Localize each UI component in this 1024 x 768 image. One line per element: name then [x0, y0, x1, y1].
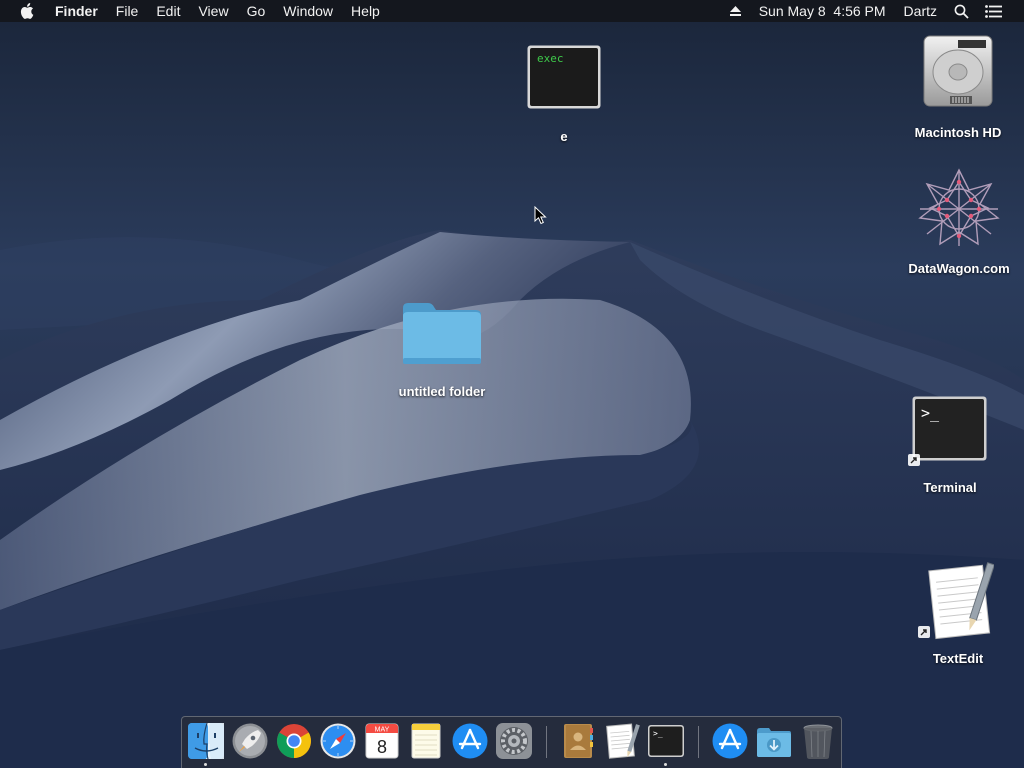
hard-drive-icon	[923, 35, 993, 107]
menu-help[interactable]: Help	[342, 0, 389, 22]
dock-terminal-prompt-text: >_	[653, 729, 663, 738]
folder-icon	[403, 303, 481, 364]
dock-app-store-downloads[interactable]	[711, 722, 749, 760]
dock-separator	[546, 726, 547, 758]
dock-separator	[698, 726, 699, 758]
dock-terminal[interactable]: >_	[647, 722, 685, 760]
downloads-folder-icon	[757, 728, 791, 757]
desktop-icon-datawagon[interactable]: DataWagon.com	[908, 166, 1010, 278]
dock-launchpad[interactable]	[231, 722, 269, 760]
calendar-day-text: 8	[377, 737, 387, 757]
chrome-icon	[277, 724, 311, 758]
menu-app-finder[interactable]: Finder	[46, 0, 107, 22]
desktop-icon-textedit-alias[interactable]: TextEdit	[918, 560, 995, 668]
apple-menu-icon[interactable]	[0, 0, 46, 22]
desktop-icon-macintosh-hd[interactable]: Macintosh HD	[915, 32, 1001, 140]
finder-icon	[188, 722, 224, 760]
desktop-icon-exec-file[interactable]: exec e	[527, 45, 601, 145]
dock-finder[interactable]	[187, 722, 225, 760]
textedit-app-icon	[928, 562, 995, 640]
dock-trash[interactable]	[799, 722, 837, 760]
dock-safari[interactable]	[319, 722, 357, 760]
desktop-wallpaper	[0, 0, 1024, 768]
menu-clock[interactable]: Sun May 8 4:56 PM	[750, 0, 895, 22]
desktop-icon-label: e	[560, 129, 568, 144]
menu-edit[interactable]: Edit	[147, 0, 189, 22]
menu-bar: Finder File Edit View Go Window Help Sun…	[0, 0, 1024, 22]
apple-logo-icon	[20, 3, 34, 19]
safari-icon	[320, 723, 356, 759]
menu-window[interactable]: Window	[274, 0, 342, 22]
dock: MAY 8 >_	[181, 716, 842, 768]
app-store-icon	[452, 723, 488, 759]
dock-textedit[interactable]	[603, 722, 641, 760]
menu-go[interactable]: Go	[238, 0, 275, 22]
calendar-month-text: MAY	[375, 727, 390, 734]
calendar-icon: MAY 8	[365, 723, 399, 759]
menu-view[interactable]: View	[189, 0, 237, 22]
desktop-icon-untitled-folder[interactable]: untitled folder	[398, 300, 486, 400]
unix-executable-icon: exec	[527, 45, 601, 109]
menu-file[interactable]: File	[107, 0, 148, 22]
spotlight-search-icon[interactable]	[946, 0, 977, 22]
textedit-icon	[606, 723, 640, 759]
dock-system-preferences[interactable]	[495, 722, 533, 760]
dock-running-indicator	[204, 763, 207, 766]
alias-arrow-icon	[918, 626, 930, 638]
notes-icon	[411, 723, 441, 759]
dock-calendar[interactable]: MAY 8	[363, 722, 401, 760]
dock-contacts[interactable]	[559, 722, 597, 760]
terminal-app-icon: >_	[912, 396, 987, 461]
exec-thumbnail-text: exec	[537, 52, 564, 65]
mouse-pointer-icon	[534, 206, 547, 225]
desktop-icon-label: TextEdit	[932, 651, 984, 666]
contacts-icon	[564, 724, 593, 758]
dock-downloads-folder[interactable]	[755, 722, 793, 760]
notification-center-icon[interactable]	[977, 0, 1024, 22]
dock-notes[interactable]	[407, 722, 445, 760]
datawagon-logo-icon	[918, 168, 1000, 246]
desktop-icon-terminal-alias[interactable]: >_ Terminal	[908, 396, 988, 496]
desktop-icon-label: Terminal	[923, 480, 977, 495]
terminal-prompt-text: >_	[921, 404, 940, 422]
desktop-icon-label: Macintosh HD	[914, 125, 1002, 140]
dock-running-indicator	[664, 763, 667, 766]
eject-icon[interactable]	[721, 0, 750, 22]
dock-app-store[interactable]	[451, 722, 489, 760]
system-preferences-icon	[496, 723, 532, 759]
dock-chrome[interactable]	[275, 722, 313, 760]
menu-user[interactable]: Dartz	[895, 0, 946, 22]
trash-icon	[803, 724, 833, 759]
desktop-icon-label: untitled folder	[398, 384, 486, 399]
terminal-icon: >_	[648, 725, 684, 757]
desktop-icon-label: DataWagon.com	[908, 261, 1010, 276]
launchpad-icon	[232, 723, 268, 759]
alias-arrow-icon	[908, 454, 920, 466]
app-store-downloads-icon	[712, 723, 748, 759]
